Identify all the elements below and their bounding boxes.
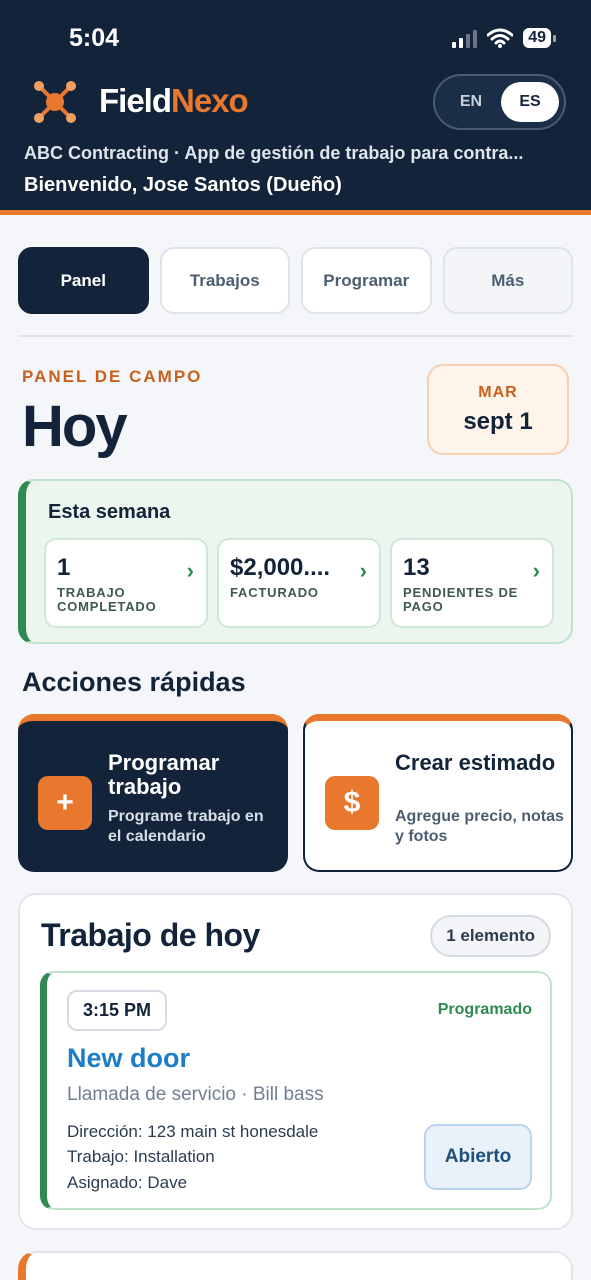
dashboard-eyebrow: PANEL DE CAMPO <box>22 367 203 386</box>
stat-completed-jobs[interactable]: 1 TRABAJO COMPLETADO › <box>44 538 208 628</box>
tab-mas[interactable]: Más <box>442 247 573 314</box>
stat-invoiced[interactable]: $2,000.... FACTURADO › <box>217 538 381 628</box>
page-title: Hoy <box>22 394 128 459</box>
todays-work-title: Trabajo de hoy <box>41 917 260 953</box>
job-address: Dirección: 123 main st honesdale <box>67 1122 319 1141</box>
cellular-signal-icon <box>452 28 478 48</box>
job-assigned: Asignado: Dave <box>67 1173 188 1192</box>
stat-label: TRABAJO COMPLETADO <box>57 585 157 614</box>
battery-icon: 49 <box>523 28 556 48</box>
job-type: Llamada de servicio · Bill bass <box>67 1084 324 1105</box>
tab-programar[interactable]: Programar <box>301 247 432 314</box>
dollar-icon: $ <box>325 776 379 830</box>
date-day: sept 1 <box>463 408 533 435</box>
tabs-divider <box>18 335 573 337</box>
this-week-title: Esta semana <box>48 501 171 523</box>
status-icons: 49 <box>452 28 556 48</box>
brand-wordmark: FieldNexo <box>99 82 249 119</box>
app-header: 5:04 49 FieldNexo EN ES ABC Contracting … <box>0 0 591 215</box>
main-tabs: Panel Trabajos Programar Más <box>18 247 573 314</box>
todays-work-card: Trabajo de hoy 1 elemento 3:15 PM Progra… <box>18 893 573 1230</box>
quick-action-subtitle: Programe trabajo en el calendario <box>108 808 264 845</box>
quick-action-subtitle: Agregue precio, notas y fotos <box>395 808 564 845</box>
plus-icon: + <box>38 776 92 830</box>
stat-value: $2,000.... <box>230 554 331 581</box>
job-work: Trabajo: Installation <box>67 1147 215 1166</box>
stat-value: 1 <box>57 554 71 581</box>
language-option-en[interactable]: EN <box>443 82 499 122</box>
job-card[interactable]: 3:15 PM Programado New door Llamada de s… <box>40 971 552 1210</box>
stat-pending-payment[interactable]: 13 PENDIENTES DE PAGO › <box>390 538 554 628</box>
this-week-card: Esta semana 1 TRABAJO COMPLETADO › $2,00… <box>18 479 573 644</box>
language-option-es[interactable]: ES <box>501 82 559 122</box>
language-toggle: EN ES <box>433 74 566 130</box>
stat-value: 13 <box>403 554 430 581</box>
job-name-link[interactable]: New door <box>67 1043 190 1074</box>
wifi-icon <box>487 28 514 48</box>
create-estimate-button[interactable]: $ Crear estimado Agregue precio, notas y… <box>303 714 573 872</box>
status-time: 5:04 <box>69 24 120 52</box>
chevron-right-icon: › <box>359 558 367 583</box>
stat-label: FACTURADO <box>230 585 319 600</box>
tab-trabajos[interactable]: Trabajos <box>159 247 290 314</box>
fieldnexo-logo-icon <box>34 81 76 123</box>
status-badge: Programado <box>437 1001 532 1018</box>
schedule-job-button[interactable]: + Programar trabajo Programe trabajo en … <box>18 714 288 872</box>
quick-action-title: Crear estimado <box>395 750 556 775</box>
tab-panel[interactable]: Panel <box>18 247 149 314</box>
next-section-card <box>18 1251 573 1280</box>
welcome-text: Bienvenido, Jose Santos (Dueño) <box>24 174 342 196</box>
quick-action-title: Programar trabajo <box>108 750 220 799</box>
chevron-right-icon: › <box>532 558 540 583</box>
stat-label: PENDIENTES DE PAGO <box>403 585 519 614</box>
open-job-button[interactable]: Abierto <box>424 1124 532 1190</box>
job-time: 3:15 PM <box>67 990 168 1031</box>
item-count-badge: 1 elemento <box>430 915 551 957</box>
date-card: MAR sept 1 <box>427 364 569 455</box>
chevron-right-icon: › <box>186 558 194 583</box>
quick-actions-title: Acciones rápidas <box>22 667 246 697</box>
date-weekday: MAR <box>478 384 518 401</box>
company-line: ABC Contracting · App de gestión de trab… <box>24 143 524 163</box>
